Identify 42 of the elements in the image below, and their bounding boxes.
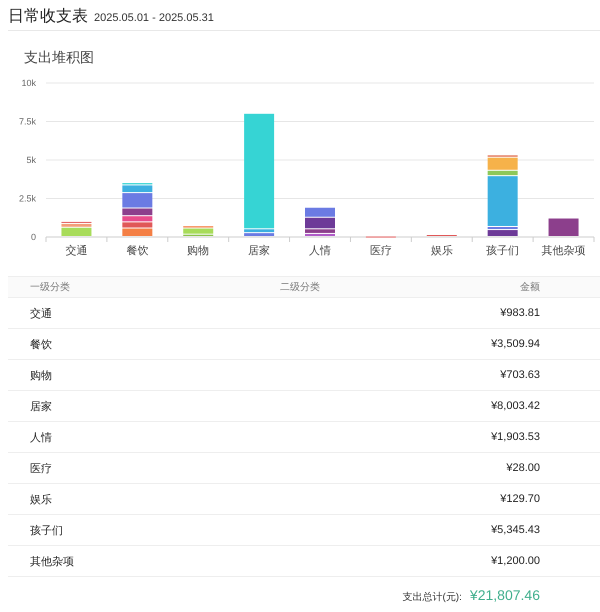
column-header: 金额 — [520, 280, 540, 294]
table-cell-text: 居家 — [30, 400, 52, 414]
date-range: 2025.05.01 - 2025.05.31 — [94, 12, 214, 24]
table-cell: ¥1,200.00 — [491, 555, 540, 567]
table-cell-text: 娱乐 — [30, 492, 52, 506]
table-cell: ¥28.00 — [506, 462, 540, 474]
table-cell: ¥1,903.53 — [491, 431, 540, 443]
table-cell: ¥5,345.43 — [491, 524, 540, 536]
table-cell-text: 其他杂项 — [30, 554, 74, 568]
axis-category-label: 餐饮 — [126, 245, 148, 257]
axis-tick-label: 10k — [21, 78, 36, 88]
axis-category-label: 购物 — [187, 245, 210, 257]
table-cell-text: 餐饮 — [30, 338, 52, 352]
axis-category-label: 其他杂项 — [542, 245, 586, 257]
table-cell-text: 人情 — [30, 430, 52, 444]
axis-category-label: 人情 — [309, 245, 331, 257]
axis-category-label: 娱乐 — [430, 245, 453, 257]
axis-category-label: 居家 — [248, 245, 270, 257]
total-label: 支出总计(元): — [402, 590, 462, 604]
axis-tick-label: 0 — [30, 232, 36, 242]
bar-segment — [548, 218, 579, 236]
column-header: 二级分类 — [280, 280, 320, 294]
column-header: 一级分类 — [30, 280, 70, 294]
axis-tick-label: 5k — [26, 155, 36, 165]
page-title: 日常收支表 — [8, 6, 88, 27]
table-cell: ¥703.63 — [500, 369, 540, 381]
table-cell: ¥983.81 — [500, 307, 540, 319]
table-cell-text: 孩子们 — [30, 524, 63, 538]
table-cell-text: 交通 — [30, 306, 52, 320]
total-value: ¥21,807.46 — [470, 587, 540, 603]
table-cell-text: 购物 — [30, 368, 52, 382]
axis-category-label: 交通 — [65, 245, 88, 257]
axis-tick-label: 2.5k — [18, 194, 36, 204]
table-cell: ¥8,003.42 — [491, 400, 540, 412]
axis-tick-label: 7.5k — [18, 116, 36, 126]
table-cell-text: 医疗 — [30, 462, 52, 476]
axis-category-label: 孩子们 — [486, 245, 520, 257]
axis-category-label: 医疗 — [370, 245, 392, 257]
table-cell: ¥3,509.94 — [491, 338, 540, 350]
chart-title: 支出堆积图 — [24, 49, 94, 67]
table-cell: ¥129.70 — [500, 493, 540, 505]
bar-segment — [305, 208, 335, 217]
